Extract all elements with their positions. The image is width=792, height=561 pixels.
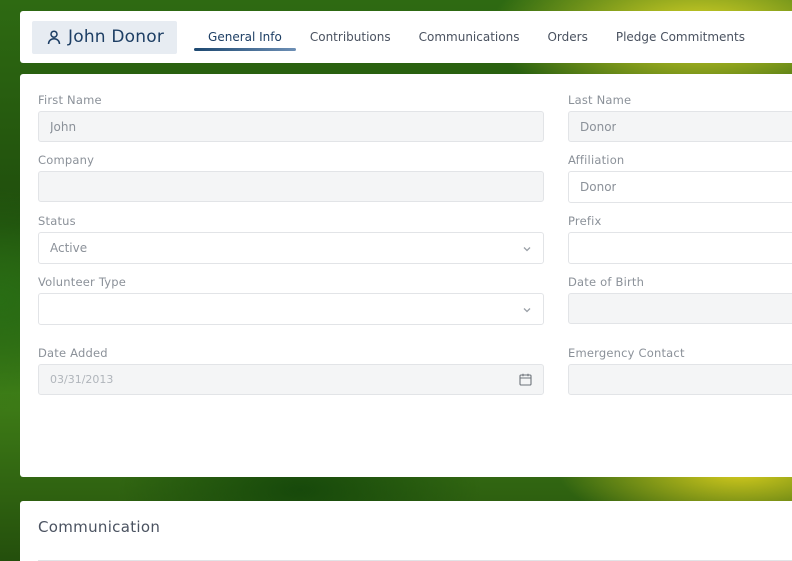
affiliation-field-group: Affiliation Donor [568,153,792,203]
tab-list: General Info Contributions Communication… [194,11,759,63]
volunteer-type-field-group: Volunteer Type [38,275,544,325]
tab-label: Orders [547,30,588,44]
chevron-down-icon [522,304,532,314]
volunteer-type-select[interactable] [38,293,544,325]
tab-label: Contributions [309,30,391,44]
tab-label: Communications [418,30,520,44]
last-name-value: Donor [580,119,617,134]
first-name-label: First Name [38,93,102,107]
emergency-contact-label: Emergency Contact [568,346,685,360]
section-title: Communication [38,518,161,536]
affiliation-input[interactable]: Donor [568,171,792,203]
tab-contributions[interactable]: Contributions [296,11,405,63]
first-name-field-group: First Name John [38,93,544,142]
status-field-group: Status Active [38,214,544,264]
tab-general-info[interactable]: General Info [194,11,296,63]
company-field-group: Company [38,153,544,202]
date-of-birth-label: Date of Birth [568,275,645,289]
first-name-input[interactable]: John [38,111,544,142]
prefix-label: Prefix [568,214,602,228]
emergency-contact-field-group: Emergency Contact [568,346,792,395]
tab-label: Pledge Commitments [615,30,745,44]
company-label: Company [38,153,95,167]
status-label: Status [38,214,76,228]
status-value: Active [50,241,88,255]
first-name-value: John [50,119,77,134]
chevron-down-icon [522,243,532,253]
affiliation-label: Affiliation [568,153,625,167]
record-name: John Donor [68,27,165,47]
company-input[interactable] [38,171,544,202]
tab-label: General Info [208,30,282,44]
last-name-label: Last Name [568,93,632,107]
date-added-label: Date Added [38,346,108,360]
status-select[interactable]: Active [38,232,544,264]
prefix-input[interactable] [568,232,792,264]
tab-pledge-commitments[interactable]: Pledge Commitments [602,11,759,63]
person-icon [46,29,62,45]
record-title: John Donor [32,20,178,54]
prefix-field-group: Prefix [568,214,792,264]
date-of-birth-input[interactable] [568,293,792,324]
date-added-input[interactable]: 03/31/2013 [38,364,544,395]
last-name-field-group: Last Name Donor [568,93,792,142]
tab-orders[interactable]: Orders [533,11,601,63]
record-tab-bar: John Donor General Info Contributions Co… [20,11,792,63]
communication-section: Communication [20,501,792,561]
calendar-icon[interactable] [519,373,532,386]
affiliation-value: Donor [580,180,617,194]
volunteer-type-label: Volunteer Type [38,275,127,289]
date-added-value: 03/31/2013 [50,373,114,386]
date-added-field-group: Date Added 03/31/2013 [38,346,544,395]
date-of-birth-field-group: Date of Birth [568,275,792,324]
tab-communications[interactable]: Communications [405,11,534,63]
last-name-input[interactable]: Donor [568,111,792,142]
general-info-form: First Name John Last Name Donor Company … [20,74,792,477]
emergency-contact-input[interactable] [568,364,792,395]
